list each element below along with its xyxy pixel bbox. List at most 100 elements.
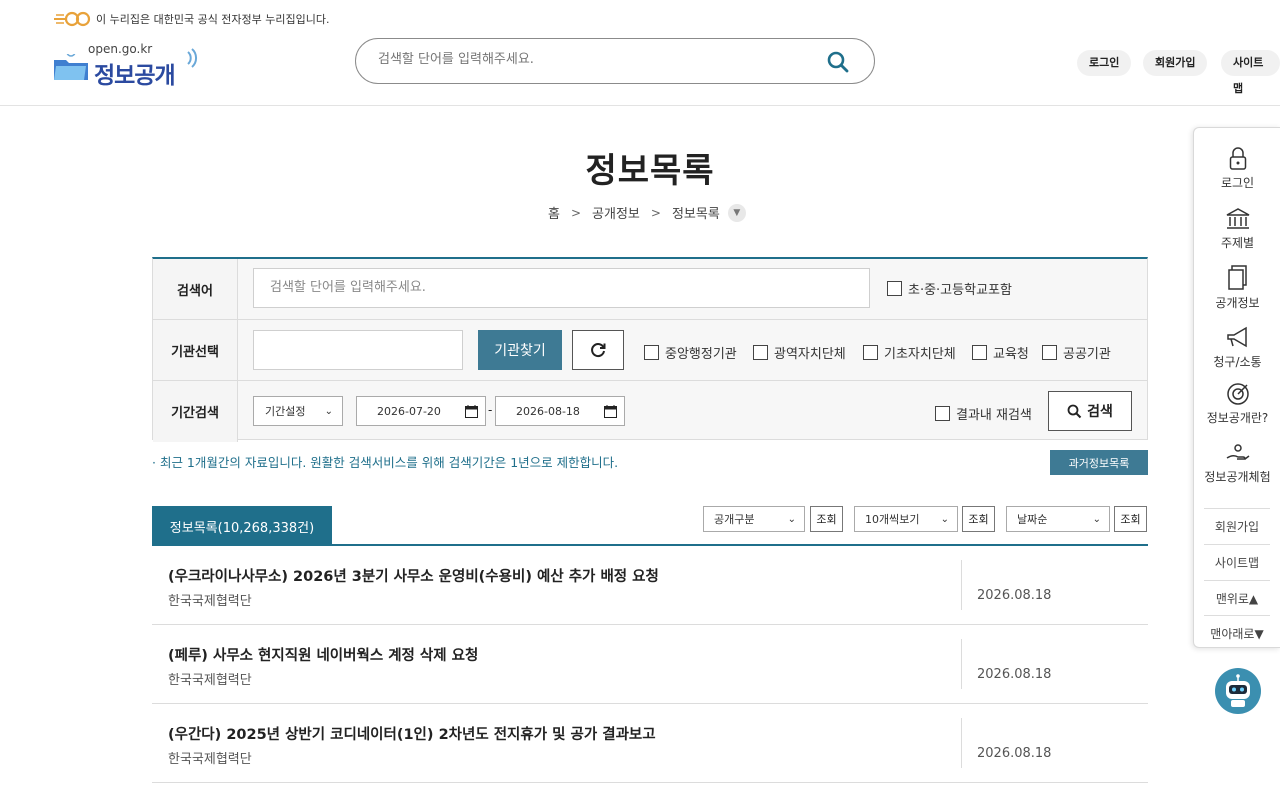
- item-org: 한국국제협력단: [168, 752, 252, 767]
- agency-find-button[interactable]: 기관찾기: [478, 330, 562, 370]
- sort-select[interactable]: 날짜순 ⌄: [1006, 506, 1110, 532]
- info-list-tab[interactable]: 정보목록(10,268,338건): [152, 506, 332, 546]
- page-size-select[interactable]: 10개씩보기 ⌄: [854, 506, 958, 532]
- quick-experience[interactable]: 정보공개체험: [1194, 442, 1280, 485]
- disclosure-type-value: 공개구분: [714, 513, 755, 526]
- quick-about[interactable]: 정보공개란?: [1194, 381, 1280, 426]
- folder-logo-icon: [54, 54, 88, 80]
- item-divider: [961, 639, 962, 689]
- agency-type-education[interactable]: 교육청: [972, 343, 1029, 362]
- agency-label: 기관선택: [153, 320, 238, 380]
- agency-type-public[interactable]: 공공기관: [1042, 343, 1111, 362]
- checkbox-box: [972, 345, 987, 360]
- quick-login[interactable]: 로그인: [1194, 146, 1280, 191]
- chevron-down-icon: ⌄: [787, 514, 796, 525]
- keyword-label: 검색어: [153, 259, 238, 319]
- search-icon[interactable]: [826, 50, 850, 74]
- breadcrumb-public-info[interactable]: 공개정보: [592, 203, 640, 222]
- list-item[interactable]: (우간다) 2025년 상반기 코디네이터(1인) 2차년도 전지휴가 및 공가…: [152, 704, 1148, 783]
- calendar-icon[interactable]: [604, 405, 617, 418]
- agency-type-central[interactable]: 중앙행정기관: [644, 343, 737, 362]
- date-from-value: 2026-07-20: [377, 404, 441, 418]
- item-org: 한국국제협력단: [168, 673, 252, 688]
- sort-value: 날짜순: [1017, 513, 1048, 526]
- item-date: 2026.08.18: [977, 588, 1052, 603]
- research-checkbox[interactable]: 결과내 재검색: [935, 404, 1032, 423]
- building-icon: [1226, 208, 1249, 229]
- megaphone-icon: [1226, 326, 1247, 348]
- search-button[interactable]: 검색: [1048, 391, 1132, 431]
- keyword-input[interactable]: 검색할 단어를 입력해주세요.: [253, 268, 870, 308]
- scroll-top-link[interactable]: 맨위로▲: [1204, 580, 1270, 616]
- reset-button[interactable]: [572, 330, 624, 370]
- period-select[interactable]: 기간설정 ⌄: [253, 396, 343, 426]
- chevron-down-icon[interactable]: ▼: [727, 203, 746, 222]
- quick-request-label: 청구/소통: [1213, 355, 1262, 369]
- item-title[interactable]: (우크라이나사무소) 2026년 3분기 사무소 운영비(수용비) 예산 추가 …: [168, 565, 659, 586]
- checkbox-box: [935, 406, 950, 421]
- agency-type-label: 기초자치단체: [884, 347, 956, 362]
- chatbot-button[interactable]: [1215, 668, 1261, 714]
- breadcrumb-info-list[interactable]: 정보목록: [672, 203, 720, 222]
- quick-topic[interactable]: 주제별: [1194, 206, 1280, 251]
- agency-input[interactable]: [253, 330, 463, 370]
- site-header: 이 누리집은 대한민국 공식 전자정부 누리집입니다. open.go.kr 정…: [0, 0, 1280, 106]
- login-button[interactable]: 로그인: [1077, 50, 1132, 76]
- date-from-input[interactable]: 2026-07-20: [356, 396, 486, 426]
- keyword-row: 검색어 검색할 단어를 입력해주세요. 초·중·고등학교포함: [153, 259, 1147, 320]
- top-search-box: [355, 38, 875, 84]
- robot-icon: [1226, 674, 1250, 707]
- list-item[interactable]: (우크라이나사무소) 2026년 3분기 사무소 운영비(수용비) 예산 추가 …: [152, 546, 1148, 625]
- quick-login-label: 로그인: [1220, 176, 1255, 190]
- quick-sitemap-link[interactable]: 사이트맵: [1204, 544, 1270, 580]
- agency-type-label: 공공기관: [1063, 347, 1111, 362]
- hand-icon: [1226, 444, 1249, 460]
- quick-signup-link[interactable]: 회원가입: [1204, 508, 1270, 544]
- search-notice: · 최근 1개월간의 자료입니다. 원활한 검색서비스를 위해 검색기간은 1년…: [152, 455, 619, 470]
- quick-public-info[interactable]: 공개정보: [1194, 264, 1280, 311]
- view-button[interactable]: 조회: [962, 506, 995, 532]
- disclosure-type-select[interactable]: 공개구분 ⌄: [703, 506, 805, 532]
- date-to-input[interactable]: 2026-08-18: [495, 396, 625, 426]
- scroll-bottom-link[interactable]: 맨아래로▼: [1204, 615, 1270, 651]
- item-date: 2026.08.18: [977, 746, 1052, 761]
- signal-icon: [187, 48, 198, 68]
- lock-icon: [1229, 147, 1246, 170]
- calendar-icon[interactable]: [465, 405, 478, 418]
- logo-text: 정보공개: [94, 63, 176, 89]
- list-item[interactable]: (페루) 사무소 현지직원 네이버웍스 계정 삭제 요청 한국국제협력단 202…: [152, 625, 1148, 704]
- school-include-label: 초·중·고등학교포함: [908, 283, 1012, 298]
- item-title[interactable]: (우간다) 2025년 상반기 코디네이터(1인) 2차년도 전지휴가 및 공가…: [168, 723, 656, 744]
- quick-menu: 로그인 주제별 공개정보 청구/소통 정보공개란? 정보공개체험 회원가입 사이…: [1193, 127, 1280, 648]
- chevron-right-icon: >: [570, 205, 582, 220]
- agency-row: 기관선택 기관찾기 중앙행정기관 광역자치단체 기초자치단체 교육청 공공기관: [153, 320, 1147, 381]
- breadcrumb-home[interactable]: 홈: [548, 203, 560, 222]
- view-button[interactable]: 조회: [1114, 506, 1147, 532]
- item-date: 2026.08.18: [977, 667, 1052, 682]
- egov-logo-icon: [54, 11, 91, 27]
- signup-button[interactable]: 회원가입: [1143, 50, 1208, 76]
- site-logo[interactable]: open.go.kr 정보공개: [52, 40, 212, 89]
- quick-experience-label: 정보공개체험: [1204, 470, 1271, 484]
- chevron-down-icon: ⌄: [324, 406, 333, 417]
- chevron-down-icon: ⌄: [1092, 514, 1101, 525]
- chevron-down-icon: ⌄: [940, 514, 949, 525]
- school-include-checkbox[interactable]: 초·중·고등학교포함: [887, 279, 1012, 298]
- checkbox-box: [863, 345, 878, 360]
- top-search-input[interactable]: [378, 52, 818, 67]
- past-list-button[interactable]: 과거정보목록: [1050, 450, 1148, 475]
- agency-type-metro[interactable]: 광역자치단체: [753, 343, 846, 362]
- refresh-icon: [591, 343, 606, 358]
- view-button[interactable]: 조회: [810, 506, 843, 532]
- quick-request[interactable]: 청구/소통: [1194, 325, 1280, 370]
- agency-type-local[interactable]: 기초자치단체: [863, 343, 956, 362]
- document-icon: [1227, 265, 1247, 290]
- quick-public-info-label: 공개정보: [1215, 296, 1260, 310]
- item-title[interactable]: (페루) 사무소 현지직원 네이버웍스 계정 삭제 요청: [168, 644, 478, 665]
- search-button-label: 검색: [1087, 404, 1113, 420]
- search-form: 검색어 검색할 단어를 입력해주세요. 초·중·고등학교포함 기관선택 기관찾기…: [152, 257, 1148, 442]
- gov-banner[interactable]: 이 누리집은 대한민국 공식 전자정부 누리집입니다.: [52, 10, 330, 28]
- checkbox-box: [887, 281, 902, 296]
- period-label: 기간검색: [153, 381, 238, 442]
- sitemap-button[interactable]: 사이트맵: [1221, 50, 1280, 95]
